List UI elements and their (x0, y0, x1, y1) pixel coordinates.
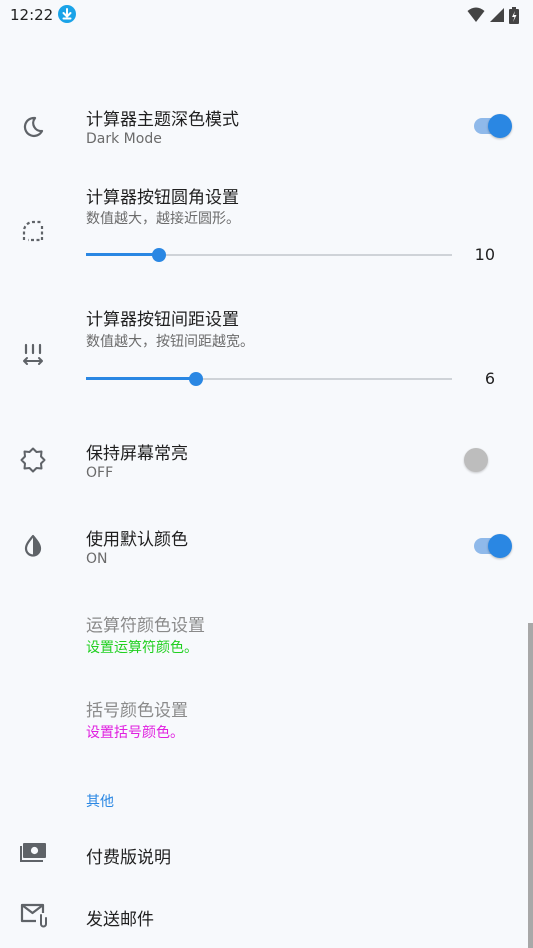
keep-screen-on-subtitle: OFF (86, 465, 114, 481)
bracket-color-title: 括号颜色设置 (86, 701, 188, 721)
spacing-slider[interactable] (86, 372, 452, 386)
switch-thumb (464, 448, 488, 472)
dark-mode-row[interactable]: 计算器主题深色模式 Dark Mode (0, 100, 533, 160)
status-time: 12:22 (10, 6, 54, 24)
dark-mode-title: 计算器主题深色模式 (86, 110, 239, 130)
spacing-icon (20, 342, 46, 368)
default-colors-subtitle: ON (86, 551, 108, 567)
default-colors-switch[interactable] (474, 534, 512, 558)
spacing-row: 计算器按钮间距设置 数值越大，按钮间距越宽。 6 (0, 302, 533, 402)
keep-screen-on-title: 保持屏幕常亮 (86, 444, 188, 464)
slider-thumb[interactable] (188, 372, 203, 386)
send-email-row[interactable]: 发送邮件 (0, 888, 533, 944)
default-colors-row[interactable]: 使用默认颜色 ON (0, 518, 533, 578)
mail-icon (20, 902, 47, 928)
corner-radius-title: 计算器按钮圆角设置 (86, 188, 239, 208)
spacing-value: 6 (484, 369, 495, 388)
spacing-subtitle: 数值越大，按钮间距越宽。 (86, 334, 254, 350)
pro-info-row[interactable]: 付费版说明 (0, 826, 533, 882)
bracket-color-row[interactable]: 括号颜色设置 设置括号颜色。 (0, 690, 533, 750)
operator-color-row[interactable]: 运算符颜色设置 设置运算符颜色。 (0, 604, 533, 664)
moon-icon (20, 114, 46, 140)
status-bar: 12:22 (0, 0, 533, 30)
money-icon (20, 840, 46, 866)
corner-radius-subtitle: 数值越大，越接近圆形。 (86, 211, 240, 227)
keep-screen-on-switch[interactable] (464, 448, 510, 472)
scrollbar[interactable] (528, 623, 533, 948)
corner-radius-slider[interactable] (86, 248, 452, 262)
brightness-icon (20, 447, 46, 473)
send-email-title: 发送邮件 (86, 910, 154, 930)
switch-thumb (488, 114, 512, 138)
slider-thumb[interactable] (152, 248, 167, 262)
corner-radius-value: 10 (474, 245, 495, 264)
wifi-icon (467, 7, 485, 22)
operator-color-subtitle: 设置运算符颜色。 (86, 640, 198, 656)
keep-screen-on-row[interactable]: 保持屏幕常亮 OFF (0, 432, 533, 492)
bracket-color-subtitle: 设置括号颜色。 (86, 725, 184, 741)
slider-fill (86, 253, 160, 256)
other-section-header: 其他 (86, 794, 114, 810)
spacing-title: 计算器按钮间距设置 (86, 310, 239, 330)
corner-radius-row: 计算器按钮圆角设置 数值越大，越接近圆形。 10 (0, 178, 533, 278)
settings-screen: 12:22 计算器主题深色模式 Dark Mode 计算器按钮圆角设置 数值越大… (0, 0, 533, 948)
pro-info-title: 付费版说明 (86, 848, 171, 868)
slider-fill (86, 377, 196, 380)
contrast-drop-icon (20, 533, 46, 559)
dark-mode-switch[interactable] (474, 114, 512, 138)
dark-mode-subtitle: Dark Mode (86, 131, 162, 147)
switch-thumb (488, 534, 512, 558)
signal-icon (490, 8, 504, 22)
rounded-corner-icon (20, 218, 46, 244)
download-badge-icon (58, 5, 76, 23)
status-icons (467, 5, 519, 25)
operator-color-title: 运算符颜色设置 (86, 616, 205, 636)
default-colors-title: 使用默认颜色 (86, 530, 188, 550)
battery-icon (509, 6, 519, 24)
